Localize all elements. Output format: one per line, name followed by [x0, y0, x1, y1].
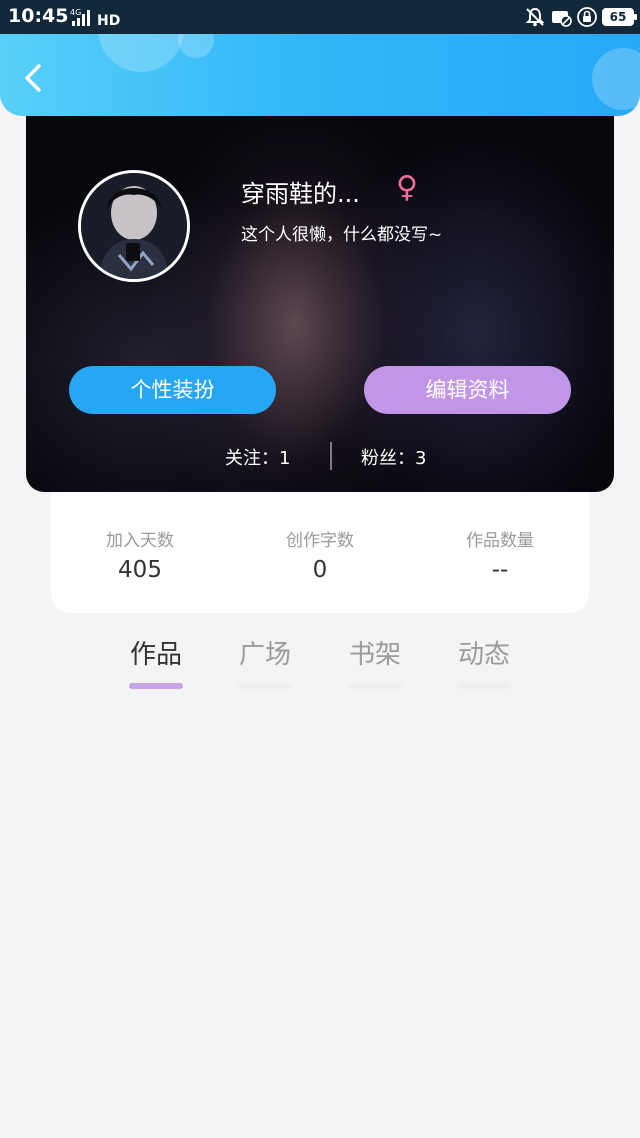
profile-card: 穿雨鞋的... ♀ 这个人很懒，什么都没写~ 个性装扮 编辑资料 关注：1 粉丝…	[26, 104, 614, 492]
tab-indicator	[457, 683, 511, 689]
avatar[interactable]	[78, 170, 190, 282]
tab-label: 书架	[348, 640, 401, 670]
stat-label: 作品数量	[466, 531, 534, 551]
avatar-image	[81, 173, 187, 279]
status-time: 10:45	[8, 5, 69, 27]
stat-label: 创作字数	[286, 531, 354, 551]
user-nickname: 穿雨鞋的...	[241, 180, 360, 208]
tab-indicator	[348, 683, 402, 689]
hd-label: HD	[97, 13, 120, 27]
content-tabs: 作品 广场 书架 动态	[0, 630, 640, 690]
signal-icon: 4G HD	[70, 8, 120, 27]
stat-value: 405	[118, 557, 162, 583]
back-chevron-icon[interactable]	[14, 58, 54, 98]
divider	[330, 442, 332, 470]
tab-indicator	[238, 683, 292, 689]
bell-off-icon	[525, 7, 545, 27]
header-bar	[0, 34, 640, 116]
signal-4g-label: 4G	[70, 8, 81, 17]
stat-label: 加入天数	[106, 531, 174, 551]
tab-works[interactable]: 作品	[126, 634, 186, 689]
tab-plaza[interactable]: 广场	[235, 634, 295, 689]
user-bio: 这个人很懒，什么都没写~	[241, 225, 443, 245]
followers-count[interactable]: 粉丝：3	[361, 444, 426, 470]
stat-join-days: 加入天数 405	[70, 526, 210, 583]
rotation-lock-icon	[577, 7, 597, 27]
decorative-bubble	[592, 48, 640, 110]
battery-indicator: 65	[602, 8, 637, 26]
tab-bookshelf[interactable]: 书架	[345, 634, 405, 689]
stat-value: 0	[312, 557, 328, 583]
message-blocked-icon	[552, 11, 572, 27]
status-icons: 65	[524, 6, 637, 28]
tab-activity[interactable]: 动态	[454, 634, 514, 689]
stat-word-count: 创作字数 0	[250, 526, 390, 583]
tab-label: 动态	[457, 640, 510, 670]
decorative-bubble	[98, 34, 184, 72]
tab-label: 作品	[129, 640, 182, 670]
tab-label: 广场	[238, 640, 291, 670]
tab-indicator	[129, 683, 183, 689]
stats-card: 加入天数 405 创作字数 0 作品数量 --	[51, 482, 589, 613]
following-count[interactable]: 关注：1	[225, 444, 290, 470]
status-bar: 10:45 4G HD 65	[0, 0, 640, 34]
edit-profile-button[interactable]: 编辑资料	[364, 366, 571, 414]
profile-page: 10:45 4G HD 65 穿雨鞋的... ♀ 这个人很懒，什么都没写~ 个性…	[0, 0, 640, 1138]
stat-works-count: 作品数量 --	[430, 526, 570, 583]
decorative-bubble	[178, 34, 214, 58]
dress-up-button[interactable]: 个性装扮	[69, 366, 276, 414]
stat-value: --	[491, 557, 509, 583]
female-gender-icon: ♀	[396, 170, 418, 205]
follow-stats: 关注：1 粉丝：3	[26, 442, 614, 472]
